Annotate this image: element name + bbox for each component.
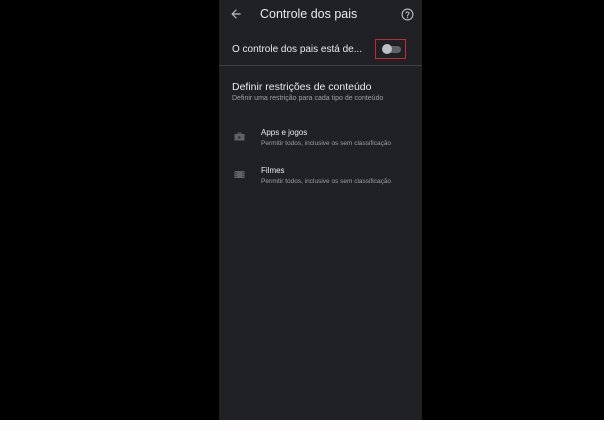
page-title: Controle dos pais — [260, 7, 358, 21]
movie-icon — [234, 171, 245, 178]
list-item-apps-games[interactable]: Apps e jogos Permitir todos, inclusive o… — [219, 126, 422, 156]
item-subtitle: Permitir todos, inclusive os sem classif… — [261, 178, 392, 185]
help-circle-icon[interactable] — [401, 8, 414, 21]
screenshot-frame: Controle dos pais O controle dos pais es… — [0, 0, 610, 431]
parental-controls-label: O controle dos pais está de... — [232, 44, 363, 55]
app-bar: Controle dos pais — [219, 0, 422, 30]
item-title: Filmes — [261, 166, 285, 175]
list-item-movies[interactable]: Filmes Permitir todos, inclusive os sem … — [219, 164, 422, 194]
arrow-back-icon[interactable] — [229, 7, 243, 21]
parental-controls-toggle-row[interactable]: O controle dos pais está de... — [219, 35, 422, 66]
apps-store-icon — [234, 132, 245, 141]
switch-thumb[interactable] — [382, 44, 392, 54]
restrictions-section-title: Definir restrições de conteúdo — [232, 81, 372, 93]
item-subtitle: Permitir todos, inclusive os sem classif… — [261, 140, 392, 147]
item-title: Apps e jogos — [261, 128, 308, 137]
phone-screen: Controle dos pais O controle dos pais es… — [219, 0, 422, 420]
restrictions-section-subtitle: Definir uma restrição para cada tipo de … — [232, 95, 384, 102]
